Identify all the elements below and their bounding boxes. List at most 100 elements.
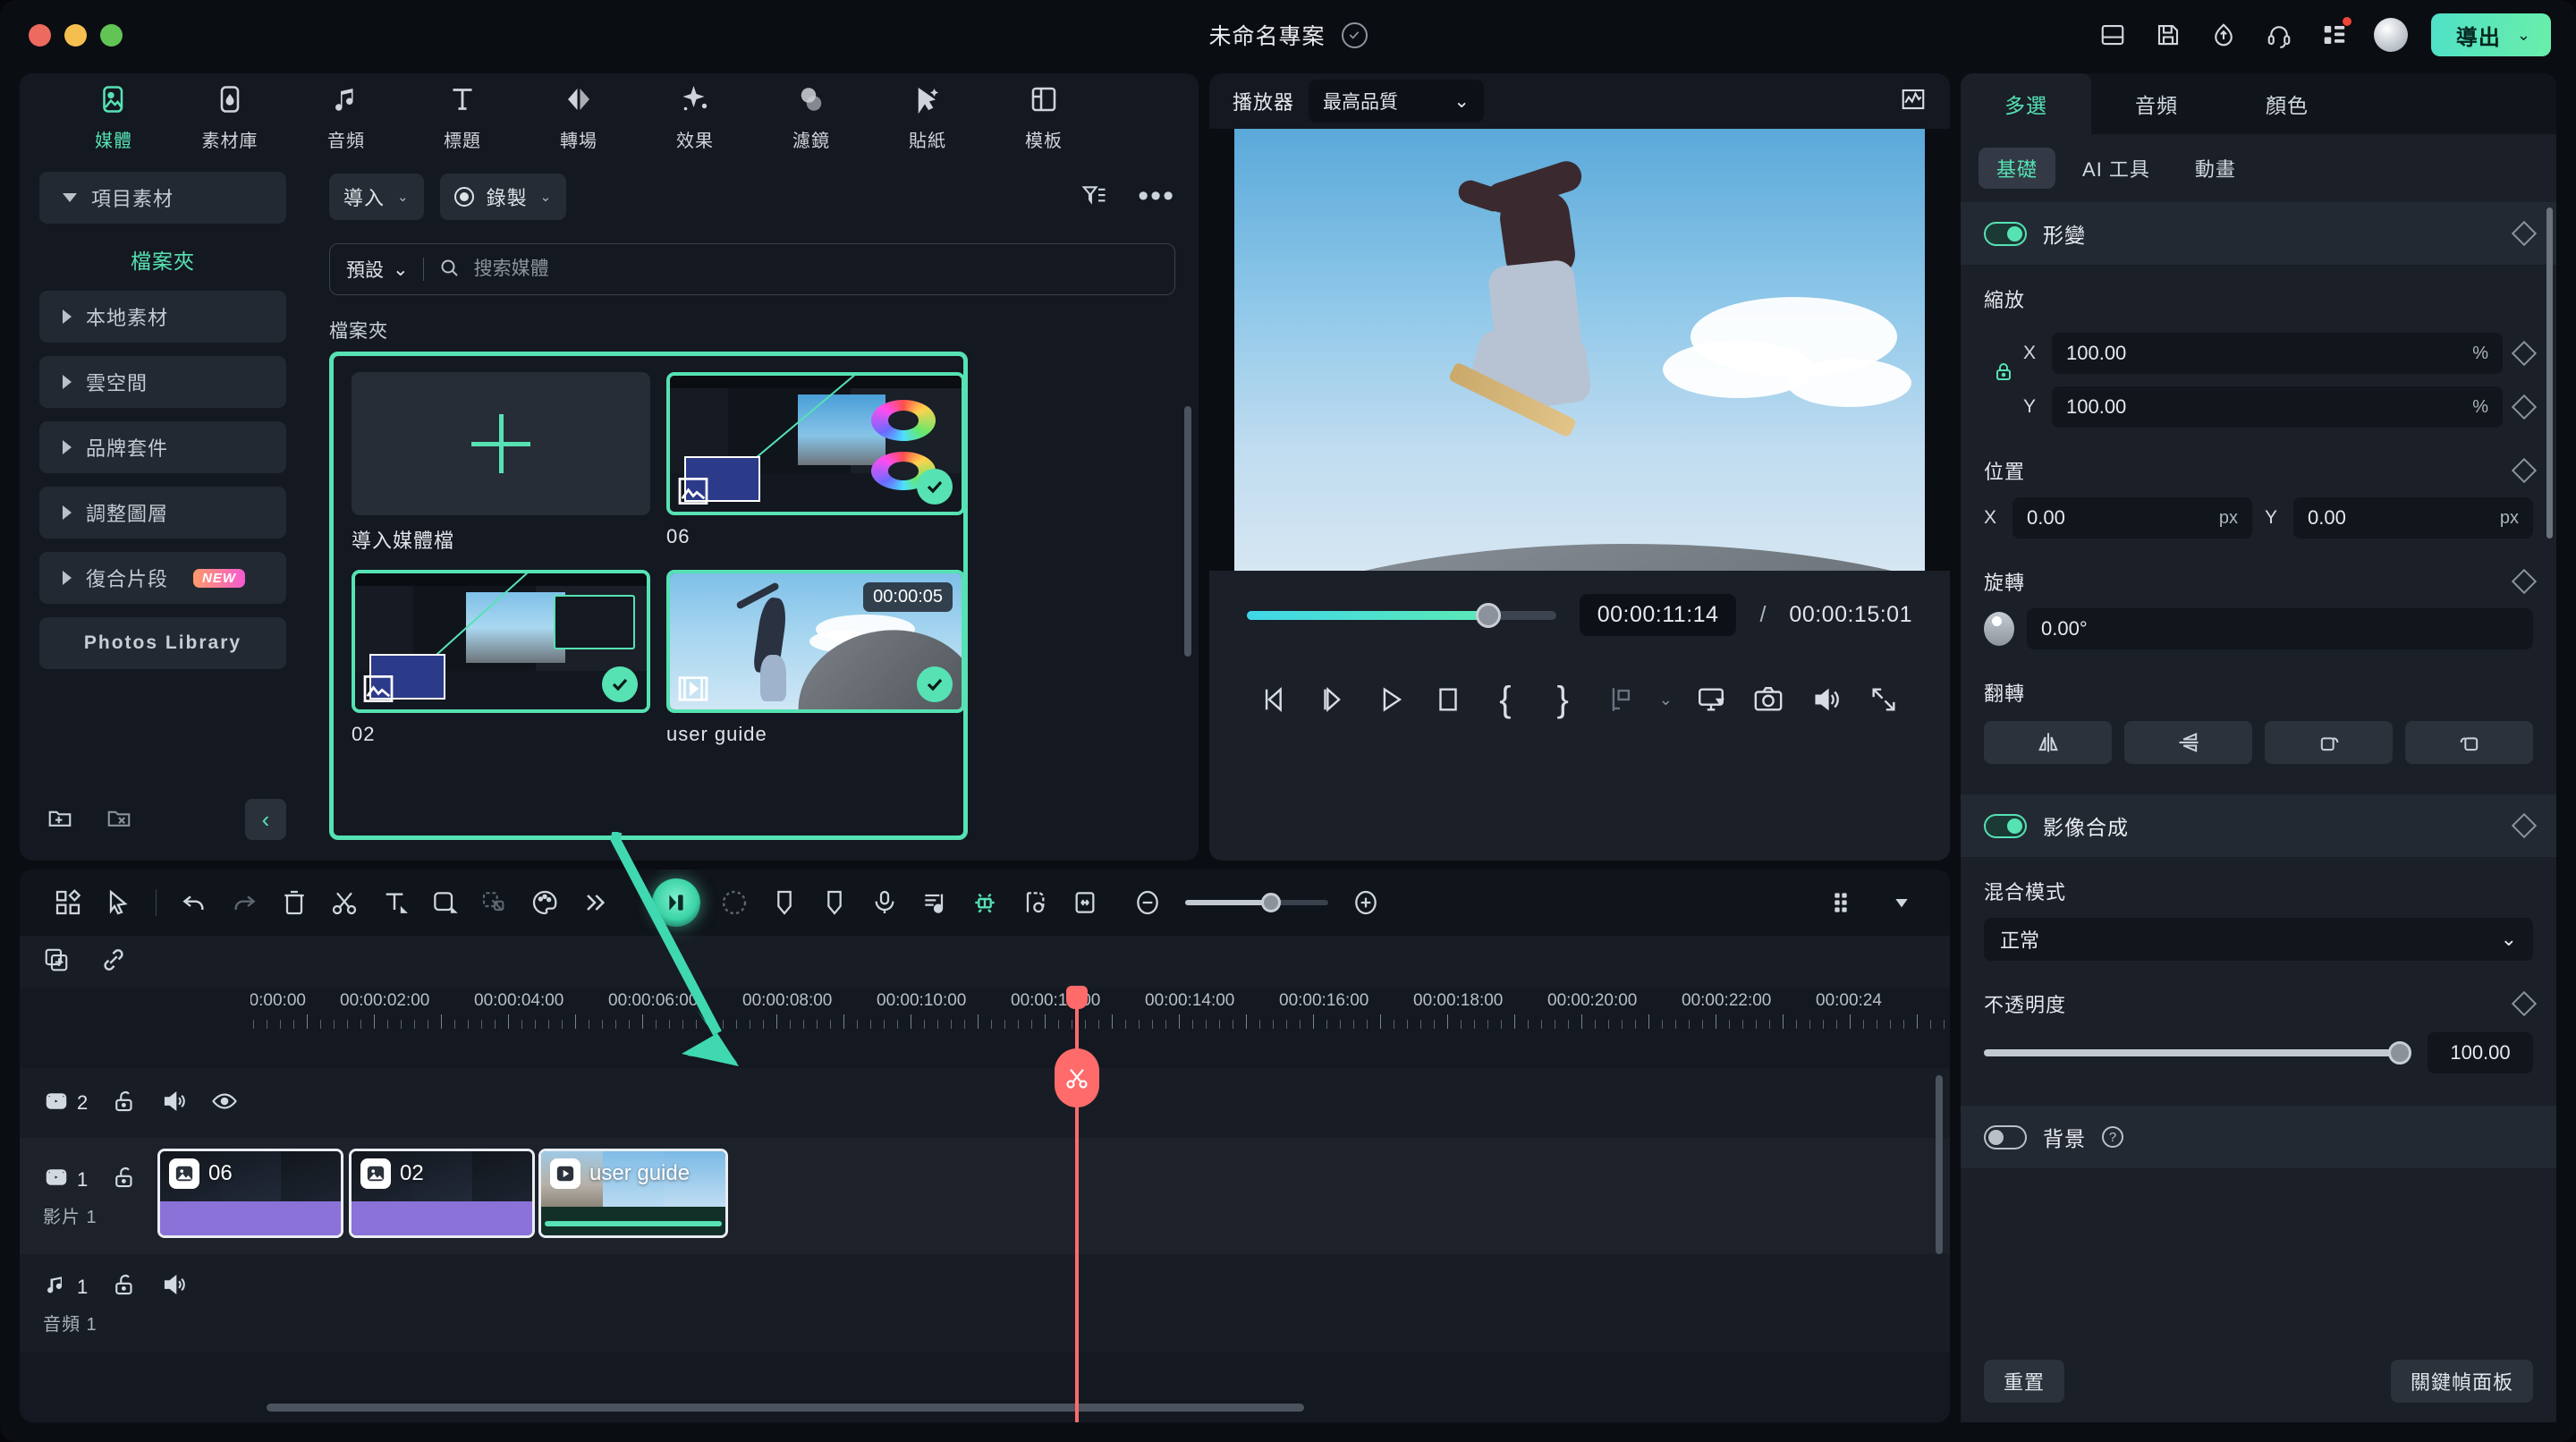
close-window-button[interactable] (29, 23, 51, 47)
progress-handle[interactable] (1476, 602, 1501, 628)
lock-icon[interactable] (111, 1271, 138, 1302)
import-media-tile[interactable] (352, 372, 650, 515)
media-item-import[interactable]: 導入媒體檔 (352, 372, 650, 554)
timeline-ruler[interactable]: 00:00:00 00:00:02:00 00:00:04:00 00:00:0… (250, 988, 1950, 1029)
mark-in-button[interactable]: { (1477, 675, 1534, 724)
voiceover-icon[interactable] (860, 878, 910, 927)
compositing-toggle[interactable] (1984, 813, 2027, 838)
timeline-view-icon[interactable] (1819, 878, 1869, 927)
collapse-panel-icon[interactable]: ‹ (245, 799, 286, 840)
opacity-slider[interactable] (1984, 1041, 2411, 1065)
link-toggle-icon[interactable] (100, 946, 127, 978)
category-tab-template[interactable]: 模板 (986, 81, 1102, 152)
category-tab-title[interactable]: 標題 (404, 81, 521, 152)
media-thumbnail[interactable] (666, 372, 965, 515)
category-tab-media[interactable]: 媒體 (55, 81, 172, 152)
media-item-user-guide[interactable]: 00:00:05 user guide (666, 570, 965, 746)
more-tools-icon[interactable] (570, 878, 620, 927)
headset-icon[interactable] (2263, 19, 2295, 51)
keyframe-diamond-icon[interactable] (2511, 220, 2538, 247)
scale-x-input[interactable]: 100.00 % (2052, 333, 2503, 374)
lock-icon[interactable] (111, 1164, 138, 1195)
aspect-lock[interactable] (1984, 360, 2023, 388)
keyframe-diamond-icon[interactable] (2511, 457, 2538, 484)
keyframe-diamond-icon[interactable] (2511, 340, 2538, 367)
transform-toggle[interactable] (1984, 221, 2027, 246)
color-palette-icon[interactable] (520, 878, 570, 927)
fullscreen-button[interactable] (1855, 675, 1912, 724)
rotation-dial[interactable] (1984, 612, 2014, 646)
green-screen-icon[interactable] (1010, 878, 1060, 927)
saved-check-icon[interactable] (1341, 21, 1368, 48)
waveform-scope-icon[interactable] (1900, 86, 1927, 117)
mask-icon[interactable] (470, 878, 520, 927)
minimize-window-button[interactable] (64, 23, 87, 47)
export-chevron-icon[interactable]: ⌄ (2517, 26, 2531, 45)
help-icon[interactable]: ? (2102, 1126, 2123, 1148)
marker-dropdown-chevron-icon[interactable]: ⌄ (1648, 675, 1682, 724)
new-folder-icon[interactable] (47, 804, 73, 836)
maximize-window-button[interactable] (100, 23, 123, 47)
project-title[interactable]: 未命名專案 (1208, 19, 1325, 51)
category-tab-effects[interactable]: 效果 (637, 81, 753, 152)
media-thumbnail[interactable] (352, 570, 650, 713)
video-preview[interactable] (1234, 129, 1925, 571)
delete-icon[interactable] (269, 878, 319, 927)
tab-color[interactable]: 顏色 (2222, 73, 2352, 134)
play-button[interactable] (1361, 675, 1419, 724)
flip-horizontal-icon[interactable] (1984, 721, 2112, 764)
auto-beat-icon[interactable] (960, 878, 1010, 927)
layout-icon[interactable] (2097, 19, 2129, 51)
opacity-value[interactable]: 100.00 (2428, 1032, 2533, 1073)
position-x-input[interactable]: 0.00 px (2012, 497, 2252, 539)
rotate-left-icon[interactable] (2405, 721, 2533, 764)
media-thumbnail[interactable]: 00:00:05 (666, 570, 965, 713)
category-tab-stock-library[interactable]: 素材庫 (172, 81, 288, 152)
mute-icon[interactable] (161, 1271, 188, 1302)
ai-assist-icon[interactable] (652, 878, 700, 927)
lock-icon[interactable] (111, 1088, 138, 1119)
volume-button[interactable] (1798, 675, 1855, 724)
reset-button[interactable]: 重置 (1984, 1360, 2065, 1403)
properties-scrollbar[interactable] (2546, 208, 2553, 539)
search-box[interactable]: 預設 ⌄ (329, 243, 1175, 295)
sidebar-item-adjustment-layer[interactable]: 調整圖層 (39, 487, 286, 539)
scale-y-input[interactable]: 100.00 % (2052, 386, 2503, 428)
keyframe-panel-button[interactable]: 關鍵幀面板 (2390, 1360, 2533, 1403)
tab-multi-select[interactable]: 多選 (1961, 73, 2091, 134)
zoom-in-icon[interactable] (1341, 878, 1391, 927)
timeline-view-chevron-icon[interactable] (1877, 878, 1927, 927)
undo-icon[interactable] (169, 878, 219, 927)
current-timecode[interactable]: 00:00:11:14 (1579, 594, 1737, 636)
fit-timeline-icon[interactable] (1060, 878, 1110, 927)
category-tab-transition[interactable]: 轉場 (521, 81, 637, 152)
sidebar-item-project-media[interactable]: 項目素材 (39, 172, 286, 224)
more-options-icon[interactable]: ••• (1138, 182, 1175, 211)
rotation-input[interactable]: 0.00° (2027, 608, 2533, 649)
keyframe-diamond-icon[interactable] (2511, 394, 2538, 420)
category-tab-audio[interactable]: 音頻 (288, 81, 404, 152)
subtab-animation[interactable]: 動畫 (2177, 148, 2254, 189)
snapshot-button[interactable] (1740, 675, 1797, 724)
add-track-icon[interactable] (43, 946, 70, 978)
redo-icon[interactable] (219, 878, 269, 927)
timeline-clip-06[interactable]: 06 (157, 1149, 343, 1238)
mark-out-button[interactable]: } (1534, 675, 1591, 724)
sidebar-item-local-media[interactable]: 本地素材 (39, 291, 286, 343)
subtab-basic[interactable]: 基礎 (1979, 148, 2056, 189)
timeline-horizontal-scrollbar[interactable] (267, 1404, 1304, 1412)
sidebar-item-brand-kit[interactable]: 品牌套件 (39, 421, 286, 473)
marker-alt-icon[interactable] (809, 878, 860, 927)
media-scrollbar[interactable] (1184, 406, 1191, 657)
filter-sort-icon[interactable] (1080, 182, 1107, 213)
subtab-ai-tools[interactable]: AI 工具 (2064, 148, 2168, 189)
motion-tracking-icon[interactable] (709, 878, 759, 927)
player-progress-bar[interactable] (1247, 602, 1556, 628)
quality-dropdown[interactable]: 最高品質 ⌄ (1309, 80, 1485, 123)
split-at-playhead-button[interactable] (1055, 1048, 1099, 1107)
category-tab-filter[interactable]: 濾鏡 (753, 81, 869, 152)
grid-apps-icon[interactable] (2318, 17, 2351, 51)
split-icon[interactable] (319, 878, 369, 927)
blend-mode-select[interactable]: 正常 ⌄ (1984, 918, 2533, 961)
preset-dropdown[interactable]: 預設 ⌄ (346, 256, 409, 283)
